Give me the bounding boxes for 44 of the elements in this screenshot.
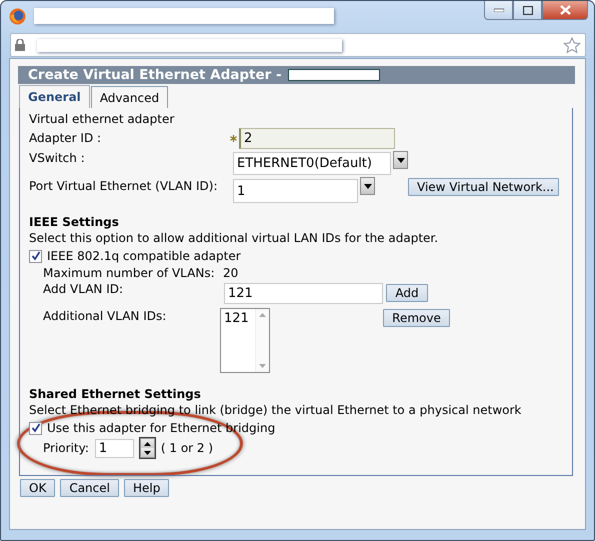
tab[interactable]: General <box>19 85 90 108</box>
minimize-button[interactable] <box>484 1 513 20</box>
checkbox[interactable] <box>29 250 42 262</box>
checkbox[interactable] <box>29 422 42 434</box>
close-icon <box>560 5 570 15</box>
section-label: Virtual ethernet adapter <box>29 112 174 126</box>
dialog-button[interactable]: Help <box>124 479 170 497</box>
field-label: Priority: <box>43 441 89 455</box>
checkbox-label: IEEE 802.1q compatible adapter <box>47 249 241 263</box>
vswitch-dropdown[interactable]: ETHERNET0(Default) <box>233 152 391 174</box>
close-button[interactable] <box>542 1 588 20</box>
range-hint: ( 1 or 2 ) <box>160 441 214 455</box>
add-button[interactable]: Add <box>386 284 428 302</box>
browser-logo-icon <box>9 8 26 24</box>
dialog-button[interactable]: OK <box>20 479 56 497</box>
remove-button[interactable]: Remove <box>383 309 450 327</box>
field-label: Add VLAN ID: <box>43 282 124 296</box>
spin-up-arrow-icon[interactable] <box>144 442 151 446</box>
dialog-title: Create Virtual Ethernet Adapter - <box>28 67 282 83</box>
priority-field[interactable]: 1 <box>94 438 134 458</box>
description-text: Select this option to allow additional virtual LAN IDs for the adapter. <box>29 231 438 245</box>
adapter-id-field[interactable]: 2 <box>239 128 395 148</box>
add-vlan-id-field[interactable]: 121 <box>224 282 383 304</box>
tab[interactable]: Advanced <box>90 86 168 108</box>
field-label: Port Virtual Ethernet (VLAN ID): <box>29 178 218 193</box>
spin-down-arrow-icon[interactable] <box>144 450 151 454</box>
spinner-control[interactable] <box>138 437 156 459</box>
dialog-button[interactable]: Cancel <box>60 479 119 497</box>
section-heading: Shared Ethernet Settings <box>29 387 202 401</box>
vlan-id-list[interactable]: 121 <box>220 308 270 373</box>
bookmark-star-icon[interactable] <box>563 36 581 54</box>
lock-icon <box>15 39 25 51</box>
field-label: Maximum number of VLANs: <box>43 266 216 280</box>
section-heading: IEEE Settings <box>29 215 120 229</box>
maximize-button[interactable] <box>513 1 542 20</box>
minimize-icon <box>494 8 504 12</box>
view-virtual-network-button[interactable]: View Virtual Network... <box>408 178 559 196</box>
list-item[interactable]: 121 <box>224 311 252 326</box>
field-label: VSwitch : <box>29 151 86 165</box>
vlan-id-dropdown[interactable]: 1 <box>233 179 358 203</box>
field-label: Additional VLAN IDs: <box>43 308 168 323</box>
maximize-icon <box>522 6 532 14</box>
max-vlans-value: 20 <box>223 266 238 280</box>
field-label: Adapter ID : <box>29 131 102 145</box>
